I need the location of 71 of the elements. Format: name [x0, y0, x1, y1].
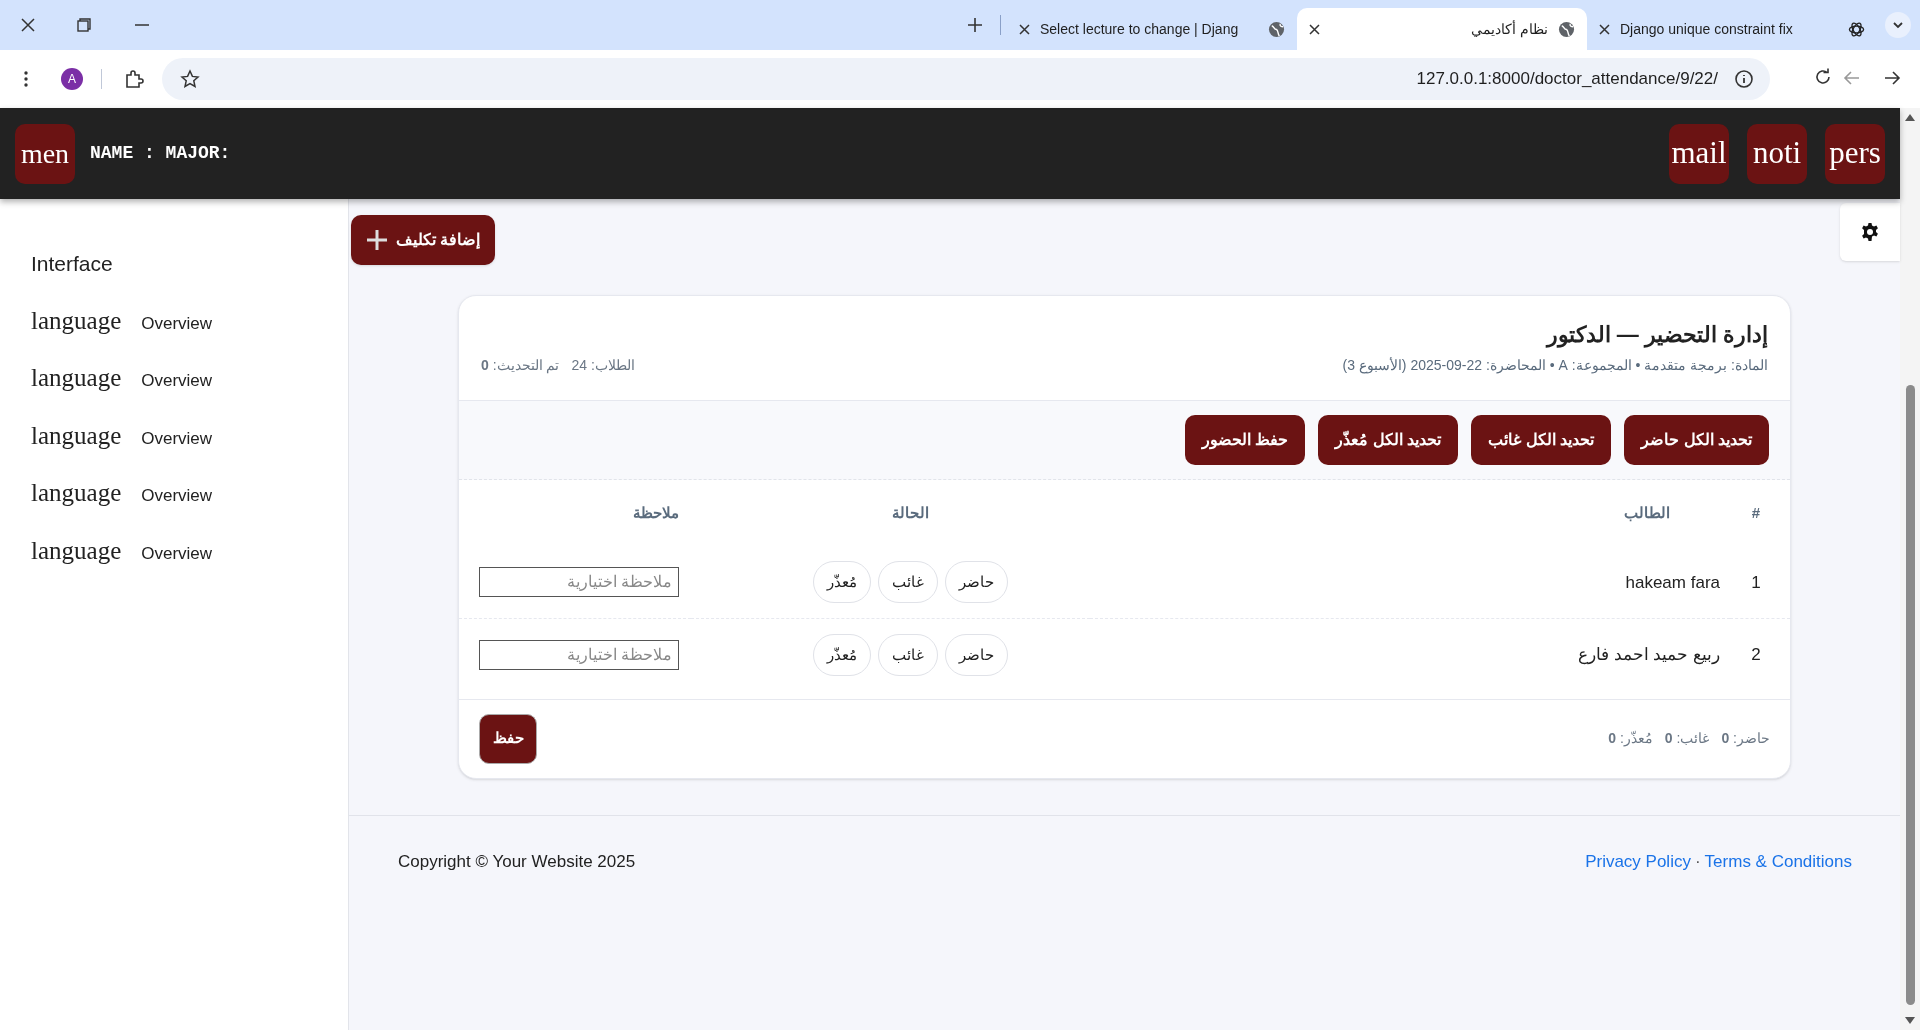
status-option[interactable]: مُعذّر — [813, 561, 871, 604]
bulk-action-button[interactable]: تحديد الكل غائب — [1471, 415, 1612, 465]
students-count: الطلاب: 24 — [571, 356, 635, 375]
row-number: 2 — [1751, 645, 1761, 664]
close-icon[interactable] — [21, 18, 35, 32]
extensions-icon[interactable] — [124, 69, 144, 89]
close-icon[interactable] — [1309, 23, 1320, 35]
column-header: الطالب — [1624, 504, 1670, 521]
info-icon[interactable] — [1734, 69, 1754, 89]
menu-button[interactable]: men — [15, 123, 75, 184]
card-subtitle: المادة: برمجة متقدمة • المجموعة: A • المحاضرة: 22-09-2025 (الأسبوع 3) — [1342, 356, 1768, 376]
bulk-action-button[interactable]: حفظ الحضور — [1184, 415, 1306, 465]
browser-tab[interactable]: Select lecture to change | Djang — [1007, 8, 1297, 50]
reload-icon[interactable] — [1814, 68, 1832, 86]
sidebar-label: language — [31, 535, 122, 566]
restore-icon[interactable] — [77, 18, 91, 32]
header-button[interactable]: noti — [1747, 123, 1807, 184]
sidebar-label: language — [31, 305, 122, 336]
more-icon[interactable] — [24, 71, 28, 87]
header-button[interactable]: pers — [1825, 123, 1885, 184]
sidebar-link[interactable]: Overview — [141, 310, 213, 336]
footer-link[interactable]: Terms & Conditions — [1704, 848, 1852, 874]
close-icon[interactable] — [1599, 23, 1610, 35]
new-tab-icon[interactable] — [968, 18, 982, 32]
browser-tab[interactable]: نظام أكاديمي — [1297, 8, 1587, 50]
sidebar-link[interactable]: Overview — [141, 425, 213, 451]
address-bar[interactable]: 127.0.0.1:8000/doctor_attendance/9/22/ — [1416, 66, 1718, 92]
note-field[interactable]: ملاحظة اختيارية — [479, 567, 679, 598]
row-number: 1 — [1751, 572, 1761, 592]
scroll-up-icon[interactable] — [1905, 114, 1915, 121]
column-header: # — [1751, 504, 1761, 521]
sidebar-heading: Interface — [31, 251, 114, 277]
sidebar-label: language — [31, 363, 122, 393]
back-arrow-icon[interactable] — [1843, 70, 1859, 86]
footer-link[interactable]: Privacy Policy — [1585, 848, 1691, 874]
settings-icon[interactable] — [1860, 222, 1880, 242]
status-option[interactable]: مُعذّر — [813, 633, 871, 676]
status-option[interactable]: غائب — [878, 633, 938, 676]
user-info: NAME : MAJOR: — [90, 142, 231, 165]
sidebar-link[interactable]: Overview — [141, 483, 213, 509]
save-button[interactable]: حفظ — [479, 713, 537, 764]
globe-icon — [1268, 20, 1285, 38]
copyright-text: Copyright © Your Website 2025 — [398, 850, 636, 873]
sidebar-link[interactable]: Overview — [141, 368, 213, 394]
add-assignment-button[interactable]: إضافة تكليف — [351, 215, 495, 265]
chevron-down-icon[interactable] — [1885, 12, 1911, 38]
star-icon[interactable] — [180, 69, 200, 89]
browser-tab[interactable]: Django unique constraint fix — [1587, 8, 1877, 50]
status-option[interactable]: حاضر — [945, 633, 1008, 676]
close-icon[interactable] — [1019, 23, 1030, 35]
separator: · — [1694, 850, 1701, 873]
note-field[interactable]: ملاحظة اختيارية — [479, 639, 679, 670]
student-name: hakeam fara — [1625, 572, 1720, 592]
sidebar-label: language — [31, 420, 122, 451]
column-header: ملاحظة — [633, 504, 679, 521]
status-option[interactable]: غائب — [878, 561, 938, 604]
student-name: ربيع حميد احمد فارع — [1577, 645, 1720, 664]
column-header: الحالة — [892, 504, 929, 521]
globe-icon — [1558, 20, 1575, 38]
bulk-action-button[interactable]: تحديد الكل مُعذّر — [1318, 415, 1459, 465]
scroll-down-icon[interactable] — [1905, 1017, 1915, 1024]
bulk-action-button[interactable]: تحديد الكل حاضر — [1624, 415, 1769, 465]
sidebar-link[interactable]: Overview — [141, 540, 213, 566]
sidebar-label: language — [31, 478, 122, 508]
status-option[interactable]: حاضر — [945, 561, 1008, 604]
header-button[interactable]: mail — [1669, 123, 1729, 184]
plus-icon — [365, 229, 388, 251]
profile-avatar[interactable]: A — [61, 68, 83, 90]
forward-arrow-icon[interactable] — [1885, 70, 1901, 86]
scrollbar-thumb[interactable] — [1905, 385, 1915, 1005]
card-title: إدارة التحضير — الدكتور — [1544, 321, 1768, 350]
